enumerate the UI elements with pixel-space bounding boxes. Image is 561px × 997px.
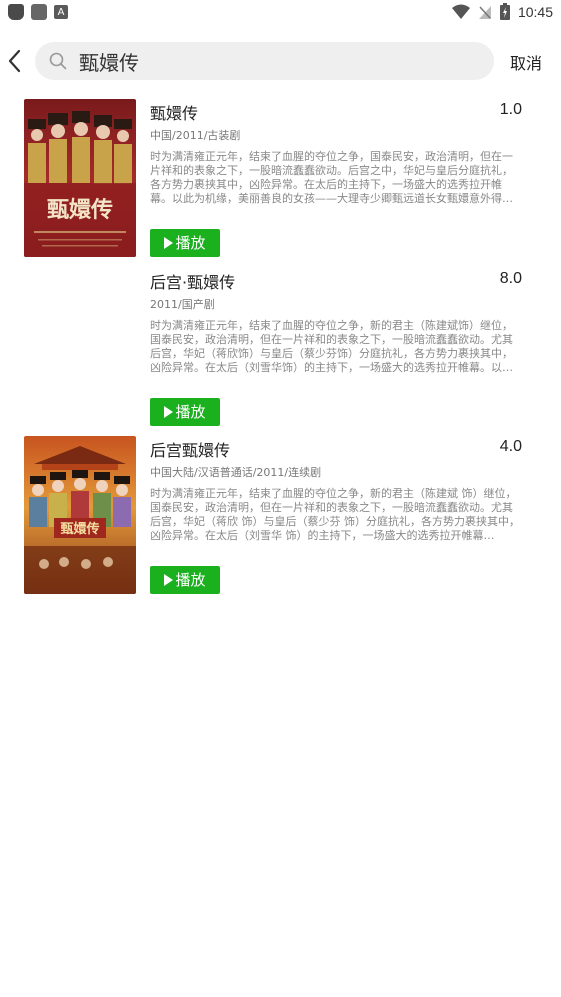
system-icons: 10:45: [451, 3, 553, 20]
play-label: 播放: [175, 403, 206, 421]
play-button[interactable]: 播放: [150, 566, 220, 594]
result-title[interactable]: 甄嬛传: [150, 100, 198, 124]
play-label: 播放: [175, 571, 206, 589]
result-item[interactable]: 甄嬛传 后宫甄嬛传 4.0 中国大陆/汉语普通话/2011/连续剧 时为满清雍正…: [0, 436, 561, 604]
poster-image[interactable]: 甄嬛传: [24, 436, 136, 594]
clock: 10:45: [517, 3, 553, 20]
result-rating: 1.0: [499, 101, 522, 118]
play-triangle-icon: [164, 574, 174, 586]
svg-text:甄嬛传: 甄嬛传: [60, 521, 99, 537]
result-rating: 4.0: [499, 438, 522, 455]
result-description: 时为满清雍正元年，结束了血腥的夺位之争，新的君主（陈建斌饰）继位，国泰民安，政治…: [150, 319, 513, 374]
search-icon: [49, 52, 67, 70]
svg-text:甄嬛传: 甄嬛传: [47, 197, 113, 223]
result-description: 时为满清雍正元年，结束了血腥的夺位之争，国泰民安，政治清明，但在一片祥和的表象之…: [150, 150, 513, 205]
back-button[interactable]: [4, 46, 28, 76]
search-input[interactable]: [79, 46, 479, 76]
search-box[interactable]: [35, 42, 494, 80]
result-item[interactable]: 后宫·甄嬛传 8.0 2011/国产剧 时为满清雍正元年，结束了血腥的夺位之争，…: [0, 268, 561, 436]
search-bar-row: 取消: [0, 40, 561, 82]
play-triangle-icon: [164, 406, 174, 418]
result-meta: 中国/2011/古装剧: [150, 129, 241, 142]
status-bar: A 10:45: [0, 0, 561, 26]
game-notification-icon: [8, 4, 24, 20]
result-title[interactable]: 后宫甄嬛传: [150, 437, 230, 461]
wifi-icon: [451, 4, 470, 19]
play-button[interactable]: 播放: [150, 229, 220, 257]
result-title[interactable]: 后宫·甄嬛传: [150, 269, 235, 293]
app-notification-icon: [31, 4, 47, 20]
a-notification-icon: A: [54, 5, 68, 19]
result-rating: 8.0: [499, 270, 522, 287]
play-triangle-icon: [164, 237, 174, 249]
cancel-button[interactable]: 取消: [510, 50, 542, 74]
play-label: 播放: [175, 234, 206, 252]
play-button[interactable]: 播放: [150, 398, 220, 426]
result-description: 时为满清雍正元年，结束了血腥的夺位之争，新的君主（陈建斌 饰）继位，国泰民安，政…: [150, 487, 520, 542]
notification-icons: A: [8, 4, 68, 20]
poster-image[interactable]: 甄嬛传: [24, 99, 136, 257]
signal-icon: [478, 5, 491, 19]
battery-icon: [499, 3, 510, 20]
result-meta: 中国大陆/汉语普通话/2011/连续剧: [150, 466, 322, 479]
result-item[interactable]: 甄嬛传 甄嬛传 1.0 中国/2011/古装剧 时为满清雍正元年，结束了血腥的夺…: [0, 99, 561, 267]
result-meta: 2011/国产剧: [150, 298, 215, 311]
back-arrow-icon: [8, 49, 21, 73]
